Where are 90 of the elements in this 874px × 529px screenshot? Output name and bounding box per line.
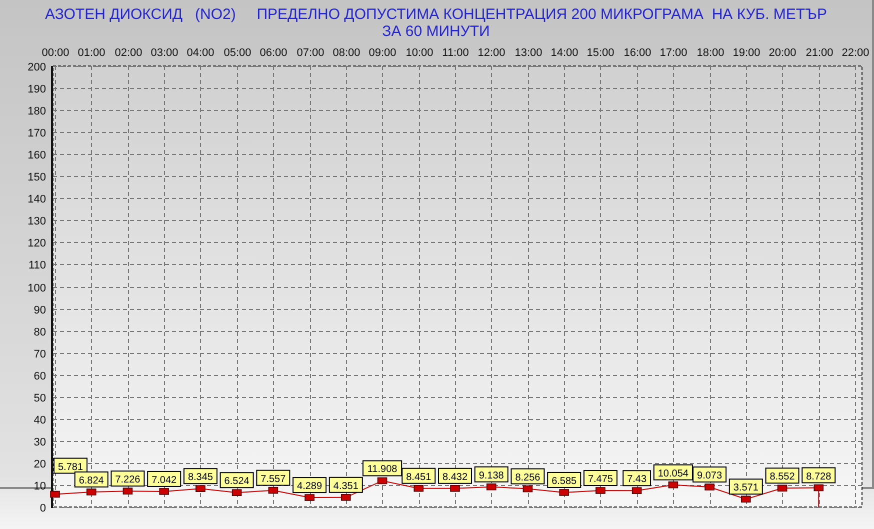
data-label: 11.908 bbox=[362, 460, 402, 476]
y-tick-label: 180 bbox=[28, 106, 46, 118]
x-tick-label: 22:00 bbox=[842, 47, 870, 59]
data-marker bbox=[122, 488, 133, 494]
data-label: 4.351 bbox=[328, 476, 363, 493]
data-label: 5.781 bbox=[54, 458, 88, 474]
y-tick-label: 200 bbox=[28, 62, 46, 74]
y-tick-label: 100 bbox=[28, 282, 46, 294]
data-label: 7.475 bbox=[583, 470, 618, 486]
data-label: 7.557 bbox=[256, 470, 290, 486]
data-marker bbox=[377, 477, 388, 484]
data-marker bbox=[814, 484, 824, 492]
data-marker bbox=[196, 485, 206, 492]
data-label: 9.073 bbox=[692, 466, 727, 482]
x-tick-label: 06:00 bbox=[260, 47, 288, 59]
x-tick-label: 09:00 bbox=[368, 47, 396, 59]
x-tick-label: 10:00 bbox=[406, 47, 434, 59]
data-label: 4.289 bbox=[292, 477, 327, 494]
data-label: 8.728 bbox=[802, 467, 836, 484]
x-tick-label: 14:00 bbox=[550, 47, 578, 59]
data-label: 8.432 bbox=[438, 468, 472, 484]
y-tick-label: 140 bbox=[28, 194, 46, 206]
y-tick-label: 30 bbox=[34, 436, 46, 448]
x-tick-label: 13:00 bbox=[514, 47, 542, 59]
data-marker bbox=[450, 485, 460, 492]
data-marker bbox=[522, 485, 533, 492]
y-tick-label: 70 bbox=[34, 348, 46, 360]
x-tick-label: 16:00 bbox=[624, 47, 652, 59]
data-marker bbox=[50, 490, 60, 498]
data-marker bbox=[704, 484, 714, 490]
chart-title: ЗА 60 МИНУТИ bbox=[382, 23, 490, 40]
data-marker bbox=[777, 484, 788, 492]
data-label: 7.43 bbox=[622, 470, 652, 486]
y-tick-label: 160 bbox=[28, 150, 46, 162]
data-marker bbox=[232, 489, 242, 496]
x-tick-label: 20:00 bbox=[768, 47, 796, 59]
data-marker bbox=[86, 488, 96, 496]
data-marker bbox=[741, 496, 751, 503]
x-tick-label: 19:00 bbox=[732, 47, 760, 59]
data-marker bbox=[596, 487, 606, 494]
data-label: 3.571 bbox=[728, 478, 763, 495]
y-tick-label: 150 bbox=[28, 172, 46, 184]
y-tick-label: 20 bbox=[34, 458, 46, 470]
y-tick-label: 90 bbox=[34, 304, 46, 316]
data-label: 9.138 bbox=[474, 466, 508, 482]
x-tick-label: 08:00 bbox=[332, 47, 360, 59]
data-marker bbox=[159, 488, 169, 495]
data-marker bbox=[632, 487, 642, 494]
data-label: 8.451 bbox=[402, 468, 436, 484]
x-tick-label: 01:00 bbox=[78, 47, 106, 59]
data-marker bbox=[268, 486, 278, 494]
data-label: 10.054 bbox=[653, 464, 693, 480]
y-tick-label: 190 bbox=[28, 84, 46, 96]
data-label: 6.524 bbox=[220, 472, 254, 488]
y-tick-label: 170 bbox=[28, 128, 46, 140]
y-tick-label: 50 bbox=[34, 392, 46, 404]
y-tick-label: 10 bbox=[34, 480, 46, 492]
y-tick-label: 40 bbox=[34, 414, 46, 426]
y-tick-label: 120 bbox=[28, 238, 46, 250]
x-tick-label: 12:00 bbox=[478, 47, 506, 59]
data-marker bbox=[414, 484, 424, 492]
x-tick-label: 18:00 bbox=[696, 47, 724, 59]
x-tick-label: 05:00 bbox=[224, 47, 252, 59]
data-marker bbox=[304, 494, 314, 501]
data-marker bbox=[486, 483, 496, 490]
x-tick-label: 07:00 bbox=[296, 47, 324, 59]
x-tick-label: 00:00 bbox=[42, 47, 70, 59]
y-tick-label: 60 bbox=[34, 370, 46, 382]
y-tick-label: 0 bbox=[40, 502, 46, 514]
x-tick-label: 04:00 bbox=[186, 47, 214, 59]
data-label: 8.552 bbox=[765, 468, 800, 484]
x-tick-label: 21:00 bbox=[806, 47, 834, 59]
data-label: 6.824 bbox=[74, 471, 108, 488]
data-label: 8.345 bbox=[183, 468, 218, 484]
data-label: 6.585 bbox=[547, 472, 582, 488]
y-tick-label: 110 bbox=[28, 260, 46, 272]
y-tick-label: 130 bbox=[28, 216, 46, 228]
x-tick-label: 11:00 bbox=[442, 47, 469, 59]
data-label: 7.042 bbox=[147, 470, 182, 487]
data-label: 7.226 bbox=[110, 470, 145, 487]
data-marker bbox=[668, 481, 678, 488]
x-tick-label: 17:00 bbox=[660, 47, 688, 59]
data-label: 8.256 bbox=[510, 468, 545, 484]
data-marker bbox=[559, 489, 569, 496]
x-tick-label: 03:00 bbox=[150, 47, 178, 59]
x-tick-label: 15:00 bbox=[586, 47, 614, 59]
x-tick-label: 02:00 bbox=[114, 47, 142, 59]
y-tick-label: 80 bbox=[34, 326, 46, 338]
data-marker bbox=[341, 494, 351, 501]
chart-title: АЗОТЕН ДИОКСИД (NO2) ПРЕДЕЛНО ДОПУСТИМА КОНЦЕНТРАЦИЯ 200 МИКРОГРАМА НА КУБ. МЕТЪР bbox=[45, 6, 827, 23]
